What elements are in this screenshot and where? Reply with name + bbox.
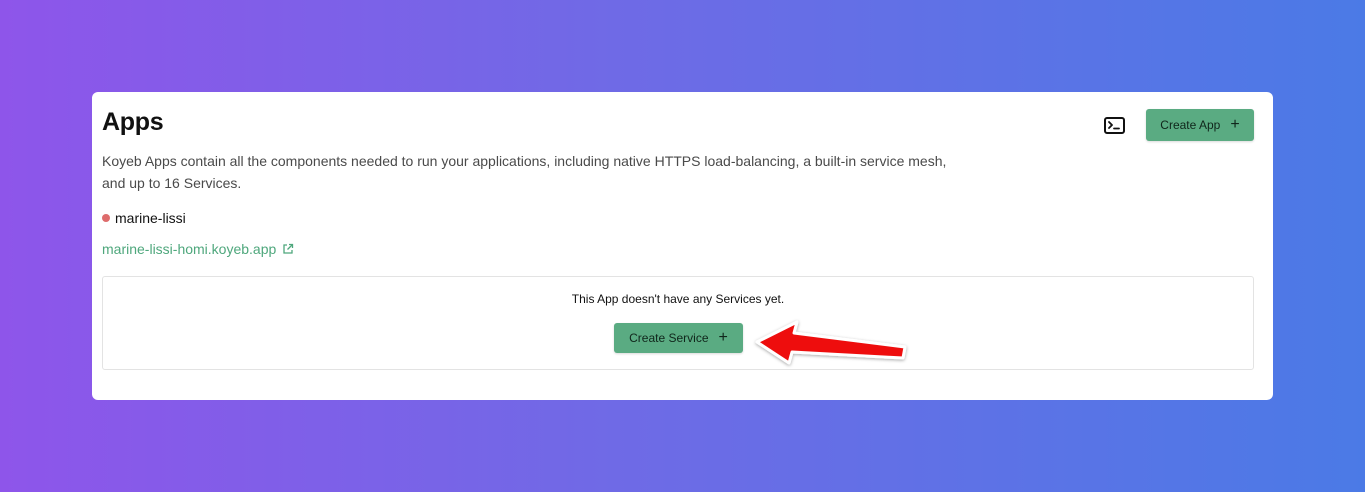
plus-icon: + <box>1230 116 1240 133</box>
external-link-icon <box>283 243 294 254</box>
page-title: Apps <box>102 108 164 136</box>
empty-services-message: This App doesn't have any Services yet. <box>571 292 785 306</box>
services-empty-state: This App doesn't have any Services yet. … <box>102 276 1254 370</box>
create-service-button[interactable]: Create Service + <box>614 323 743 353</box>
terminal-icon <box>1103 116 1125 134</box>
annotation-arrow-icon <box>755 320 907 365</box>
page-description: Koyeb Apps contain all the components ne… <box>102 153 947 191</box>
create-service-label: Create Service <box>629 331 709 345</box>
app-url: marine-lissi-homi.koyeb.app <box>102 241 277 257</box>
create-app-button[interactable]: Create App + <box>1146 109 1254 141</box>
plus-icon: + <box>718 329 728 346</box>
app-header: marine-lissi <box>102 210 186 226</box>
create-app-label: Create App <box>1160 118 1221 132</box>
terminal-button[interactable] <box>1101 113 1127 137</box>
apps-card: Apps Create App + Koyeb Apps contain all… <box>92 92 1273 400</box>
app-url-link[interactable]: marine-lissi-homi.koyeb.app <box>102 241 294 257</box>
app-name: marine-lissi <box>115 210 186 226</box>
status-dot-icon <box>102 214 110 222</box>
